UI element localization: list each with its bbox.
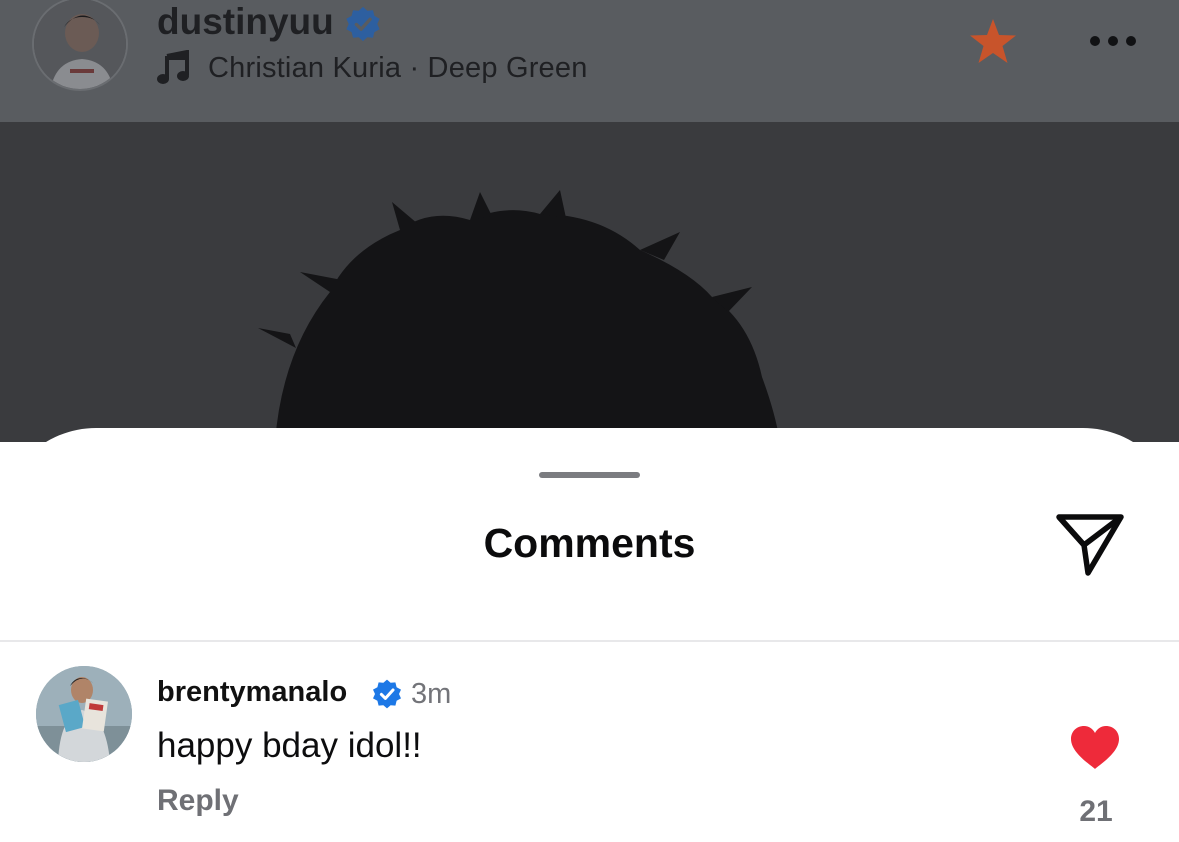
commenter-avatar[interactable] bbox=[36, 666, 132, 762]
heart-icon[interactable] bbox=[1069, 725, 1121, 771]
comments-sheet: Comments brentymanalo 3m happy bday idol… bbox=[0, 428, 1179, 842]
sheet-divider bbox=[0, 640, 1179, 642]
comment-timestamp: 3m bbox=[411, 678, 452, 710]
post-author-avatar[interactable] bbox=[32, 0, 128, 91]
send-icon[interactable] bbox=[1055, 513, 1125, 577]
music-note-icon bbox=[157, 50, 189, 84]
more-options-icon[interactable] bbox=[1088, 34, 1138, 48]
avatar-image bbox=[34, 0, 126, 89]
reply-button[interactable]: Reply bbox=[157, 784, 239, 818]
comment-text: happy bday idol!! bbox=[157, 726, 422, 765]
post-author-username[interactable]: dustinyuu bbox=[157, 1, 334, 43]
star-icon[interactable] bbox=[967, 17, 1019, 67]
post-photo bbox=[0, 122, 1179, 442]
post-photo-image bbox=[0, 122, 1179, 442]
sheet-drag-handle[interactable] bbox=[539, 472, 640, 478]
sheet-title: Comments bbox=[483, 520, 696, 566]
post-song-label[interactable]: Christian Kuria · Deep Green bbox=[208, 52, 588, 85]
verified-badge-icon bbox=[373, 679, 401, 709]
commenter-username[interactable]: brentymanalo bbox=[157, 676, 347, 709]
like-count: 21 bbox=[1079, 795, 1113, 828]
post-header: dustinyuu Christian Kuria · Deep Green bbox=[0, 0, 1179, 122]
verified-badge-icon bbox=[346, 6, 380, 42]
commenter-avatar-image bbox=[36, 666, 132, 762]
